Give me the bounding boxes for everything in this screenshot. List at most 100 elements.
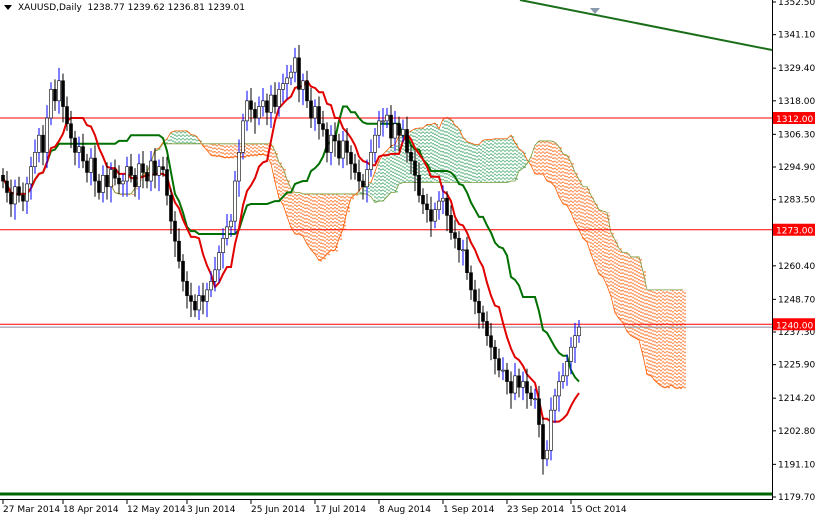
- candle-body: [525, 381, 529, 394]
- candle-body: [89, 157, 93, 173]
- candle-body: [33, 152, 37, 168]
- candle-body: [137, 163, 141, 188]
- candle-body: [77, 146, 81, 153]
- candle-body: [281, 83, 285, 90]
- date-tick-label: 23 Sep 2014: [507, 505, 564, 515]
- ohlc-values: 1238.77 1239.62 1236.81 1239.01: [87, 3, 245, 13]
- candle-body: [145, 172, 149, 182]
- candle-body: [129, 166, 133, 176]
- candle-body: [233, 180, 237, 222]
- candle-body: [193, 301, 197, 311]
- price-tick-label: 1341.10: [778, 31, 815, 41]
- candle-body: [469, 272, 473, 291]
- candle-body: [217, 252, 221, 271]
- price-tick-label: 1306.30: [778, 130, 815, 140]
- candles: [1, 44, 581, 475]
- price-tick-label: 1260.40: [778, 262, 815, 272]
- price-chart[interactable]: 1352.50 1341.10 1329.40 1318.00 1306.30 1294.…: [0, 0, 815, 516]
- candle-body: [449, 215, 453, 233]
- candle-body: [357, 172, 361, 182]
- candle-body: [477, 301, 481, 314]
- time-axis-border: [0, 499, 773, 500]
- candle-body: [141, 163, 145, 173]
- candle-body: [97, 180, 101, 193]
- candle-body: [101, 175, 105, 193]
- price-tick-label: 1294.90: [778, 163, 815, 173]
- candle-body: [473, 289, 477, 302]
- candle-body: [69, 123, 73, 139]
- candle-body: [285, 77, 289, 84]
- price-tick-label: 1191.10: [778, 460, 815, 470]
- candle-body: [189, 295, 193, 302]
- candle-body: [277, 89, 281, 107]
- date-tick-label: 17 Jul 2014: [315, 505, 366, 515]
- candle-body: [349, 152, 353, 165]
- ichimoku-cloud: [106, 116, 686, 390]
- candle-body: [21, 195, 25, 202]
- date-tick-label: 25 Jun 2014: [251, 505, 305, 515]
- candle-body: [553, 395, 557, 411]
- candle-body: [25, 183, 29, 202]
- candle-body: [293, 57, 297, 73]
- candle-body: [181, 260, 185, 282]
- candle-body: [305, 80, 309, 102]
- candle-body: [437, 200, 441, 210]
- candle-body: [545, 450, 549, 460]
- candle-body: [45, 117, 49, 153]
- candle-body: [109, 169, 113, 188]
- candle-body: [133, 175, 137, 188]
- candle-body: [569, 346, 573, 362]
- candle-body: [497, 358, 501, 371]
- candle-body: [221, 238, 225, 253]
- candle-body: [465, 249, 469, 274]
- candle-body: [521, 381, 525, 388]
- candle-body: [149, 160, 153, 182]
- price-tick-label: 1283.50: [778, 196, 815, 206]
- candle-body: [373, 134, 377, 153]
- candle-body: [85, 160, 89, 173]
- candle-body: [41, 134, 45, 153]
- candle-body: [441, 197, 445, 202]
- candle-body: [517, 375, 521, 388]
- candle-body: [433, 209, 437, 222]
- level-label: 1240.00: [776, 321, 813, 331]
- candle-body: [17, 186, 21, 196]
- candle-body: [273, 94, 277, 107]
- candle-body: [429, 209, 433, 222]
- candle-body: [385, 114, 389, 122]
- date-tick-label: 12 May 2014: [127, 505, 186, 515]
- candle-body: [37, 134, 41, 153]
- candle-body: [417, 175, 421, 196]
- candle-body: [561, 375, 565, 382]
- trend-line[interactable]: [519, 0, 773, 51]
- candle-body: [161, 166, 165, 170]
- candle-body: [425, 203, 429, 210]
- candle-body: [249, 100, 253, 110]
- candle-body: [405, 129, 409, 153]
- candle-body: [201, 295, 205, 302]
- price-tick-label: 1179.70: [778, 493, 815, 503]
- candle-body: [333, 134, 337, 142]
- level-label: 1273.00: [776, 227, 813, 237]
- candle-body: [445, 197, 449, 216]
- candle-body: [529, 392, 533, 400]
- candle-body: [297, 57, 301, 90]
- candle-body: [241, 120, 245, 153]
- candle-body: [257, 106, 261, 119]
- candle-body: [113, 169, 117, 179]
- candle-body: [57, 80, 61, 102]
- date-tick-label: 8 Aug 2014: [379, 505, 431, 515]
- candle-body: [301, 80, 305, 90]
- time-axis: 27 Mar 2014 18 Apr 2014 12 May 2014 3 Jun 2…: [2, 499, 627, 515]
- candle-body: [501, 369, 505, 372]
- candle-body: [153, 160, 157, 176]
- dropdown-triangle-icon[interactable]: [4, 5, 12, 10]
- senkou-span-a: [106, 116, 684, 389]
- candle-body: [253, 109, 257, 119]
- candle-body: [573, 335, 577, 348]
- level-label: 1312.00: [776, 115, 813, 125]
- candle-body: [213, 269, 217, 282]
- candle-body: [185, 280, 189, 296]
- candle-body: [365, 169, 369, 188]
- candle-body: [225, 226, 229, 239]
